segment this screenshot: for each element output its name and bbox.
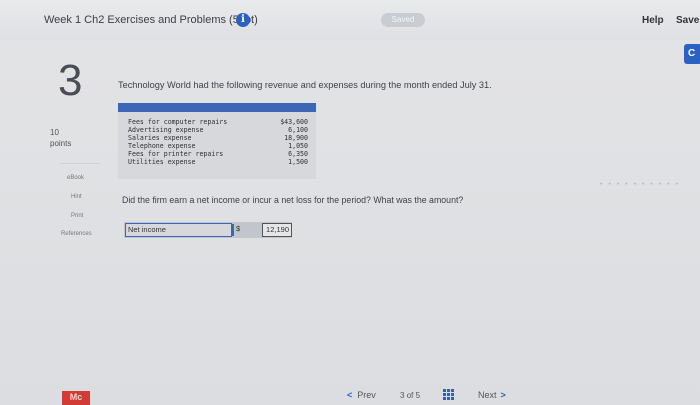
answer-type-select[interactable]: Net income (125, 223, 232, 237)
decorative-dots: • • • • • • • • • • (600, 181, 681, 188)
print-link[interactable]: Print (71, 213, 83, 219)
row-amount: 1,500 (288, 158, 308, 166)
prev-label: Prev (357, 390, 376, 400)
grid-icon[interactable] (443, 389, 454, 400)
page-total: 5 (415, 391, 421, 400)
save-exit-button[interactable]: Save (676, 15, 699, 26)
row-amount: 1,050 (288, 142, 308, 150)
row-label: Telephone expense (128, 142, 196, 150)
table-row: Advertising expense 6,100 (118, 126, 316, 134)
points-label: points (50, 139, 72, 148)
question-number: 3 (58, 56, 83, 105)
info-icon[interactable]: i (236, 13, 250, 27)
currency-symbol: $ (236, 224, 241, 233)
table-header-bar (118, 103, 316, 112)
ebook-link[interactable]: eBook (67, 175, 84, 181)
table-row: Fees for computer repairs $43,600 (118, 118, 316, 126)
row-amount: 18,900 (284, 134, 308, 142)
next-label: Next (478, 390, 497, 400)
answer-row: Net income $ 12,190 (124, 222, 292, 238)
revenue-expense-table: Fees for computer repairs $43,600 Advert… (118, 103, 316, 179)
page-current: 3 (400, 391, 405, 400)
hint-link[interactable]: Hint (71, 194, 82, 200)
saved-status-badge: Saved (381, 13, 425, 27)
row-amount: $43,600 (280, 118, 308, 126)
row-label: Fees for printer repairs (128, 150, 224, 158)
row-amount: 6,350 (288, 150, 308, 158)
amount-input[interactable]: 12,190 (262, 223, 292, 237)
table-row: Utilities expense 1,500 (118, 158, 316, 166)
table-row: Telephone expense 1,050 (118, 142, 316, 150)
page-counter: 3 of 5 (400, 391, 420, 400)
question-text: Technology World had the following reven… (118, 80, 492, 90)
question-prompt: Did the firm earn a net income or incur … (122, 195, 464, 205)
next-button[interactable]: Next > (478, 390, 506, 400)
corner-button[interactable]: C (684, 44, 700, 64)
sidebar-divider (60, 163, 100, 164)
row-label: Fees for computer repairs (128, 118, 228, 126)
help-link[interactable]: Help (642, 15, 664, 26)
mcgraw-hill-logo: Mc (62, 391, 90, 405)
row-label: Advertising expense (128, 126, 204, 134)
row-amount: 6,100 (288, 126, 308, 134)
answer-separator (232, 224, 234, 236)
chevron-left-icon: < (347, 390, 353, 400)
points-value: 10 (50, 128, 59, 137)
page-of: of (406, 391, 414, 400)
chevron-right-icon: > (500, 390, 506, 400)
prev-button[interactable]: < Prev (347, 390, 376, 400)
table-row: Salaries expense 18,900 (118, 134, 316, 142)
table-row: Fees for printer repairs 6,350 (118, 150, 316, 158)
row-label: Salaries expense (128, 134, 192, 142)
references-link[interactable]: References (61, 231, 92, 237)
assignment-title: Week 1 Ch2 Exercises and Problems (50pt) (44, 14, 258, 26)
row-label: Utilities expense (128, 158, 196, 166)
